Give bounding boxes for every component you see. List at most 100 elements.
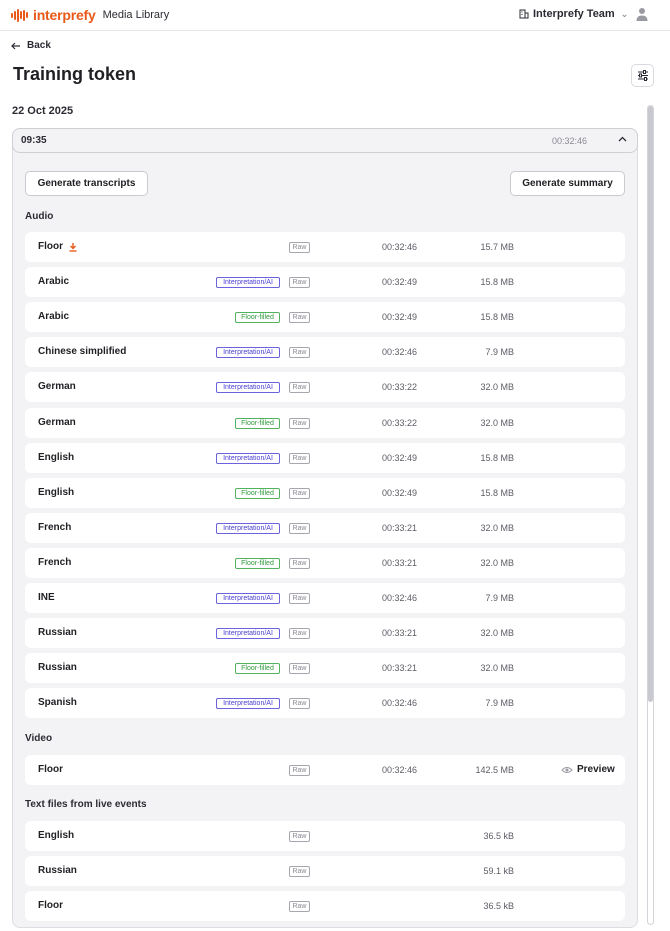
brand-logo[interactable]: interprefy Media Library (11, 7, 169, 23)
file-name-label: French (38, 521, 72, 533)
file-duration: 00:32:49 (381, 277, 417, 288)
file-duration: 00:32:49 (381, 452, 417, 463)
text_files-row[interactable]: Russian Raw 59.1 kB (25, 856, 625, 886)
brand-waveform-icon (11, 8, 29, 22)
audio-row[interactable]: German Interpretation/AI Raw 00:33:22 32.0 M… (25, 372, 625, 403)
raw-badge: Raw (289, 277, 310, 289)
file-size: 32.0 MB (480, 628, 514, 639)
file-name: English (38, 830, 74, 841)
text_files-row[interactable]: English Raw 36.5 kB (25, 821, 625, 851)
file-duration: 00:33:21 (381, 663, 417, 674)
file-size: 32.0 MB (480, 522, 514, 533)
file-duration: 00:33:22 (381, 382, 417, 393)
preview-button[interactable]: Preview (561, 764, 615, 775)
text_files-row[interactable]: Floor Raw 36.5 kB (25, 891, 625, 921)
generate-transcripts-button[interactable]: Generate transcripts (25, 171, 148, 196)
user-avatar-icon[interactable] (636, 7, 648, 22)
file-name-label: Russian (38, 662, 77, 674)
raw-badge: Raw (289, 557, 310, 569)
file-duration: 00:32:46 (381, 593, 417, 603)
top-bar: interprefy Media Library Interprefy Team… (0, 0, 670, 31)
raw-badge: Raw (289, 593, 310, 604)
raw-badge: Raw (289, 663, 310, 675)
audio-row[interactable]: Spanish Interpretation/AI Raw 00:32:46 7.9 M… (25, 688, 625, 719)
back-link[interactable]: Back (11, 40, 51, 51)
file-size: 59.1 kB (483, 866, 514, 876)
audio-row[interactable]: Arabic Interpretation/AI Raw 00:32:49 15.8 M… (25, 267, 625, 298)
text-files-section-label: Text files from live events (25, 799, 147, 810)
team-switcher[interactable]: Interprefy Team ⌄ (519, 8, 628, 20)
video-row[interactable]: Floor Raw 00:32:46 142.5 MB Preview (25, 755, 625, 785)
app-name: Media Library (102, 9, 170, 21)
file-size: 36.5 kB (483, 901, 514, 911)
raw-badge: Raw (289, 628, 310, 640)
file-duration: 00:33:21 (381, 522, 417, 533)
audio-row[interactable]: English Interpretation/AI Raw 00:32:49 15.8 … (25, 442, 625, 473)
audio-row[interactable]: German Floor-filled Raw 00:33:22 32.0 MB (25, 407, 625, 438)
interpretation-badge: Interpretation/AI (216, 698, 280, 710)
file-size: 142.5 MB (475, 765, 514, 775)
raw-badge: Raw (289, 866, 310, 877)
scrollbar-thumb[interactable] (648, 106, 653, 702)
session-header[interactable] (12, 128, 638, 153)
audio-row[interactable]: French Floor-filled Raw 00:33:21 32.0 MB (25, 547, 625, 578)
audio-row[interactable]: English Floor-filled Raw 00:32:49 15.8 MB (25, 477, 625, 508)
file-name: German (38, 417, 76, 428)
page-title: Training token (13, 64, 137, 84)
raw-badge: Raw (289, 242, 310, 253)
preview-label: Preview (577, 764, 615, 775)
file-name-label: Arabic (38, 311, 70, 323)
team-name: Interprefy Team (533, 8, 615, 20)
file-duration: 00:32:46 (381, 698, 417, 709)
floor-filled-badge: Floor-filled (235, 312, 280, 324)
filter-settings-button[interactable] (631, 64, 654, 87)
file-duration: 00:32:46 (381, 242, 417, 252)
file-name: Chinese simplified (38, 346, 126, 357)
session-time: 09:35 (21, 135, 47, 146)
download-icon[interactable] (68, 242, 78, 252)
raw-badge: Raw (289, 831, 310, 842)
file-size: 7.9 MB (485, 593, 514, 603)
file-name-label: French (38, 556, 72, 568)
file-size: 32.0 MB (480, 557, 514, 568)
file-name-label: Floor (38, 900, 63, 911)
session-date: 22 Oct 2025 (12, 105, 74, 117)
audio-row[interactable]: Russian Interpretation/AI Raw 00:33:21 32.0 … (25, 618, 625, 649)
file-name-label: Russian (38, 627, 77, 639)
interpretation-badge: Interpretation/AI (216, 593, 280, 604)
chevron-up-icon[interactable] (618, 134, 627, 145)
file-name-label: Floor (38, 764, 63, 775)
raw-badge: Raw (289, 901, 310, 912)
audio-row[interactable]: Russian Floor-filled Raw 00:33:21 32.0 MB (25, 653, 625, 684)
file-name-label: English (38, 451, 75, 463)
eye-icon (561, 766, 573, 773)
file-size: 15.7 MB (480, 242, 514, 252)
audio-row[interactable]: INE Interpretation/AI Raw 00:32:46 7.9 MB (25, 583, 625, 613)
file-name: English (38, 487, 74, 498)
audio-row[interactable]: French Interpretation/AI Raw 00:33:21 32.0 M… (25, 512, 625, 543)
chevron-down-icon: ⌄ (620, 8, 629, 19)
audio-row[interactable]: Floor Raw 00:32:46 15.7 MB (25, 232, 625, 262)
file-name: Floor (38, 764, 63, 775)
file-name: INE (38, 592, 55, 603)
interpretation-badge: Interpretation/AI (216, 382, 280, 394)
file-name-label: Spanish (38, 697, 77, 709)
interpretation-badge: Interpretation/AI (216, 347, 280, 359)
file-duration: 00:32:49 (381, 487, 417, 498)
sliders-icon (637, 70, 648, 81)
floor-filled-badge: Floor-filled (235, 557, 280, 569)
raw-badge: Raw (289, 452, 310, 464)
generate-summary-button[interactable]: Generate summary (510, 171, 625, 196)
file-name: German (38, 381, 76, 392)
raw-badge: Raw (289, 347, 310, 359)
video-section-label: Video (25, 733, 53, 744)
file-name: French (38, 557, 71, 568)
file-name: English (38, 452, 74, 463)
audio-row[interactable]: Arabic Floor-filled Raw 00:32:49 15.8 MB (25, 302, 625, 333)
raw-badge: Raw (289, 487, 310, 499)
audio-row[interactable]: Chinese simplified Interpretation/AI Raw 00… (25, 337, 625, 368)
raw-badge: Raw (289, 765, 310, 776)
raw-badge: Raw (289, 698, 310, 710)
interpretation-badge: Interpretation/AI (216, 522, 280, 534)
interpretation-badge: Interpretation/AI (216, 452, 280, 464)
